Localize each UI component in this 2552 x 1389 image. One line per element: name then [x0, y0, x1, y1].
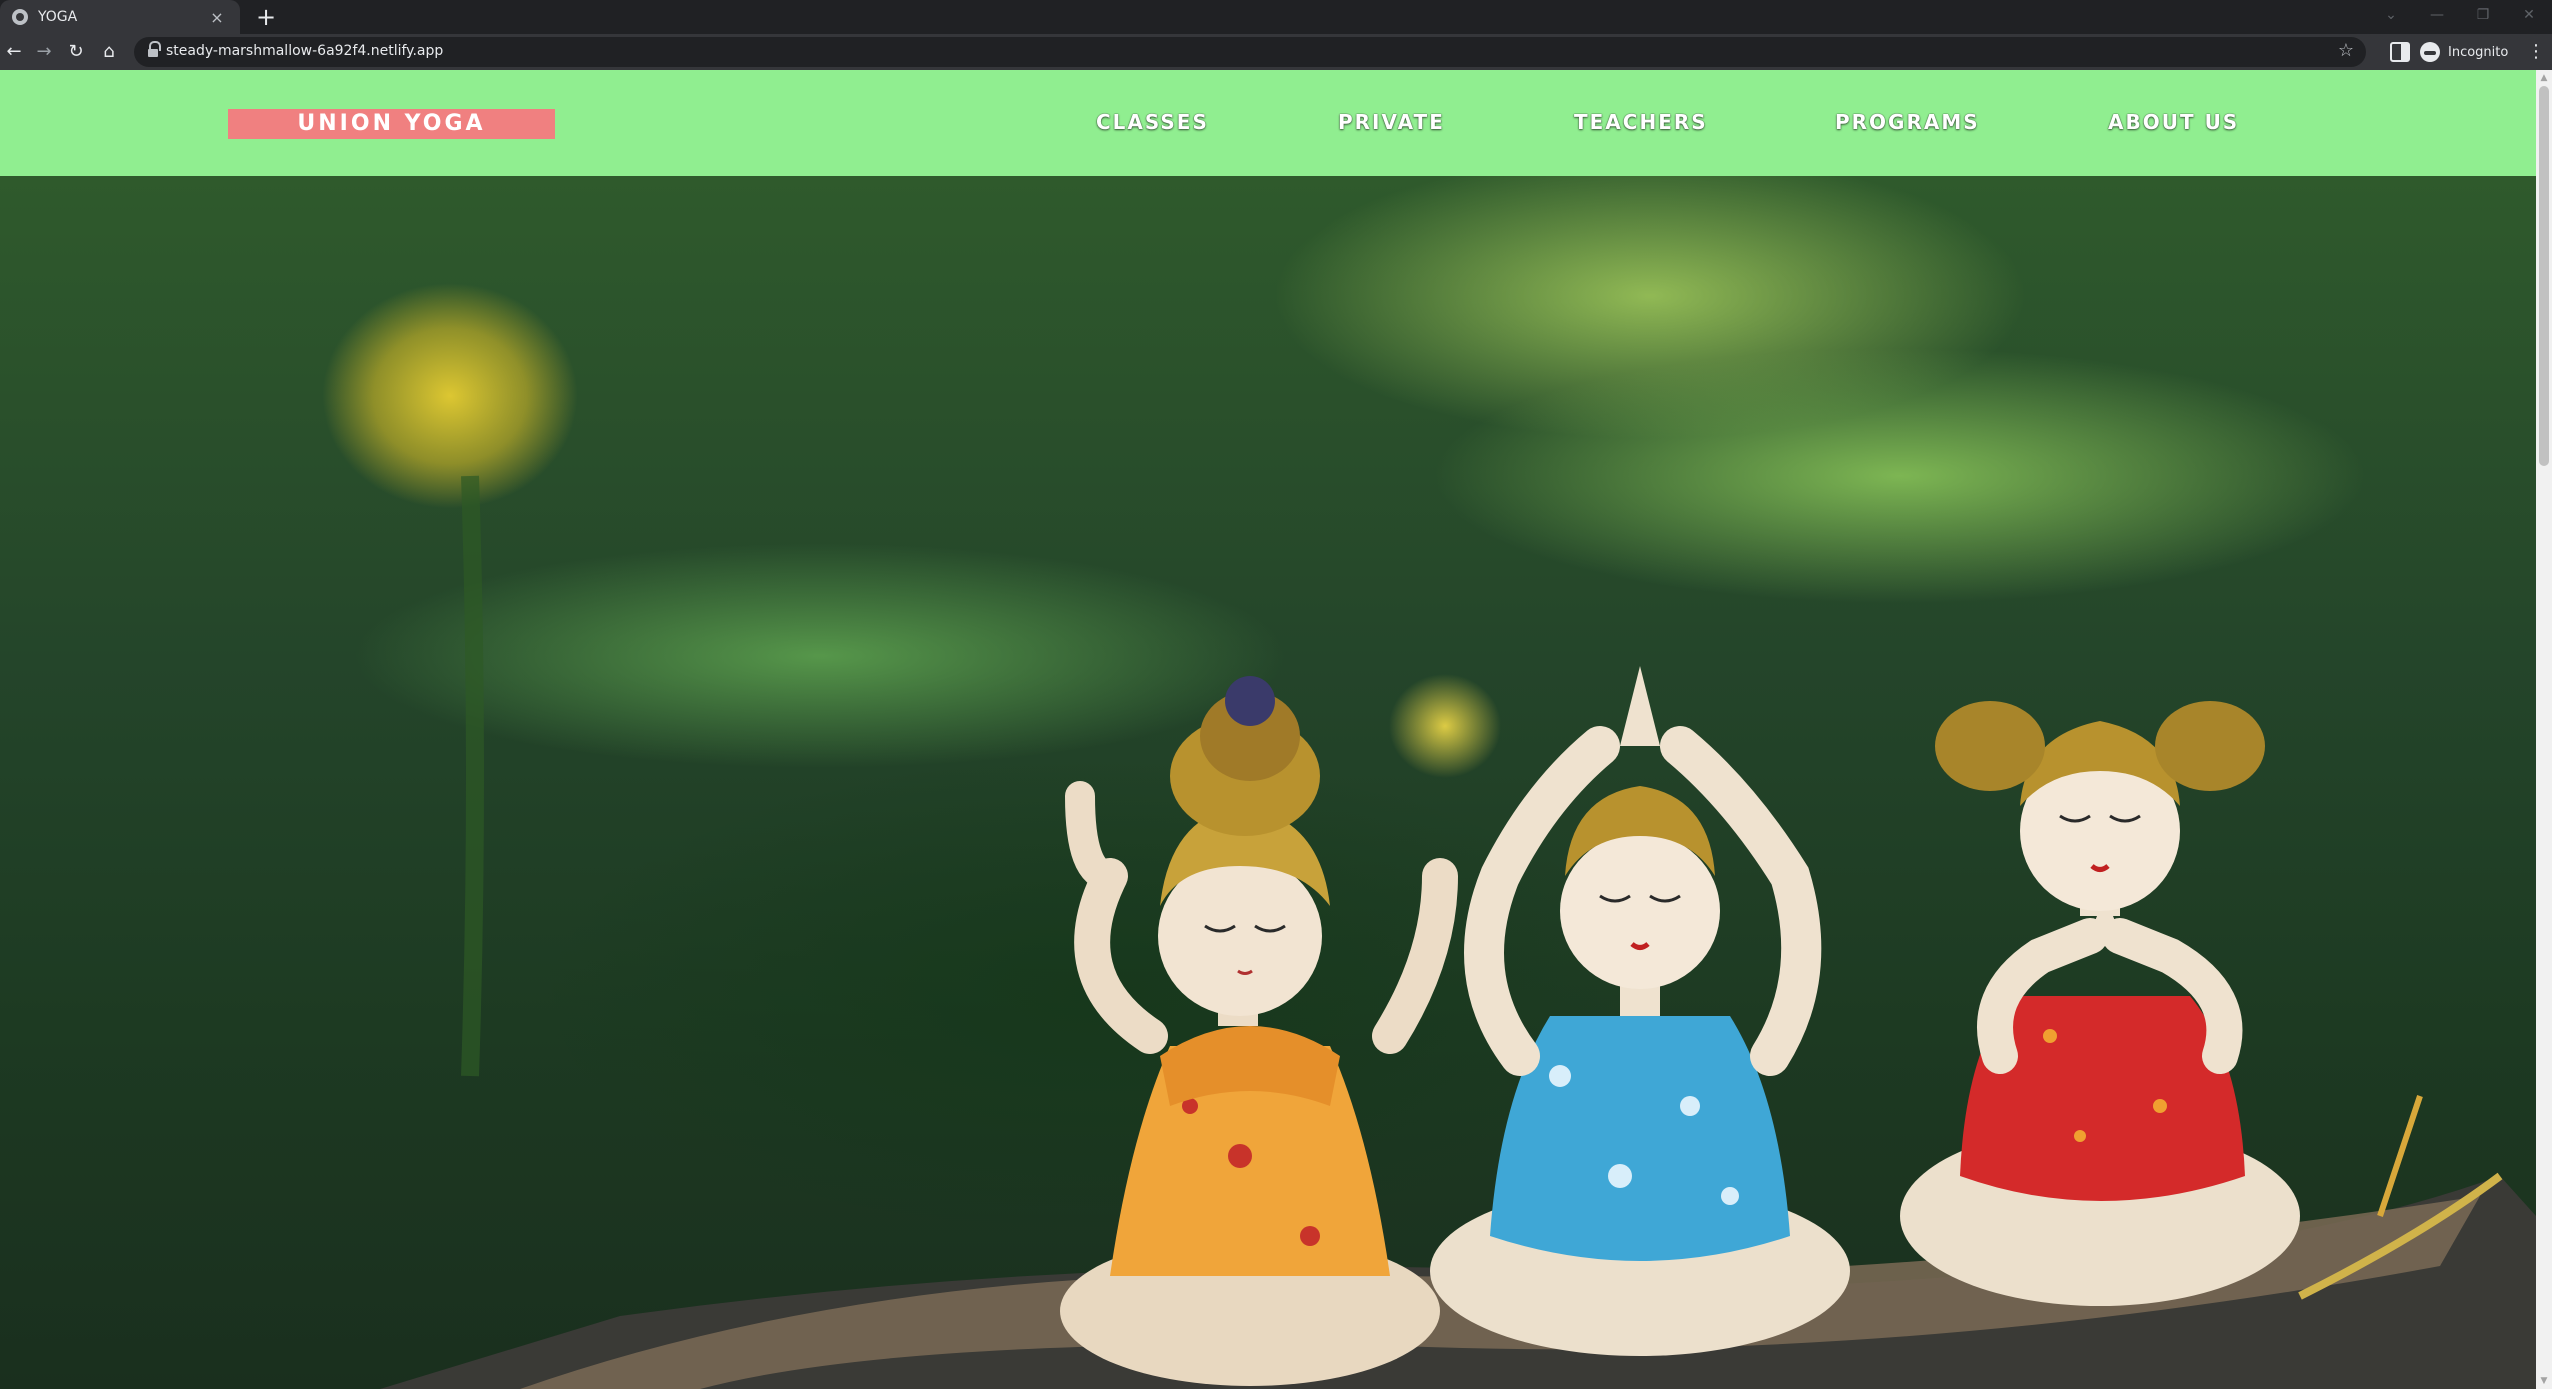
figurine-orange [1060, 676, 1458, 1386]
page-scrollbar[interactable]: ▲ ▼ [2536, 70, 2552, 1389]
site-logo[interactable]: UNION YOGA [228, 109, 555, 139]
page-viewport: UNION YOGA CLASSES PRIVATE TEACHERS PROG… [0, 70, 2552, 1389]
scroll-up-arrow-icon[interactable]: ▲ [2536, 70, 2552, 86]
browser-toolbar: ← → ↻ ⌂ steady-marshmallow-6a92f4.netlif… [0, 34, 2552, 70]
site-header: UNION YOGA CLASSES PRIVATE TEACHERS PROG… [0, 70, 2536, 176]
lock-icon[interactable] [148, 41, 161, 58]
back-icon[interactable]: ← [0, 38, 28, 66]
incognito-indicator[interactable]: Incognito [2420, 38, 2508, 66]
browser-menu-icon[interactable]: ⋮ [2526, 38, 2546, 66]
nav-link-classes[interactable]: CLASSES [1096, 110, 1209, 134]
nav-link-programs[interactable]: PROGRAMS [1835, 110, 1980, 134]
globe-icon [12, 9, 28, 25]
restore-button[interactable]: ❐ [2460, 0, 2506, 34]
home-icon[interactable]: ⌂ [95, 38, 123, 66]
figurine-blue [1430, 666, 1850, 1356]
nav-link-about-us[interactable]: ABOUT US [2108, 110, 2239, 134]
incognito-icon [2420, 42, 2440, 62]
tab-search-icon[interactable]: ⌄ [2368, 0, 2414, 34]
tab-title: YOGA [38, 9, 78, 25]
side-panel-icon[interactable] [2390, 42, 2410, 62]
figurine-red [1900, 701, 2300, 1306]
browser-titlebar: YOGA × + ⌄ — ❐ ✕ [0, 0, 2552, 34]
hero-image [0, 176, 2536, 1389]
nav-link-private[interactable]: PRIVATE [1338, 110, 1445, 134]
address-bar[interactable]: steady-marshmallow-6a92f4.netlify.app ☆ [134, 37, 2366, 67]
scroll-down-arrow-icon[interactable]: ▼ [2536, 1373, 2552, 1389]
window-controls: ⌄ — ❐ ✕ [2368, 0, 2552, 34]
scrollbar-thumb[interactable] [2539, 86, 2549, 466]
reload-icon[interactable]: ↻ [62, 38, 90, 66]
close-tab-icon[interactable]: × [206, 8, 228, 27]
browser-tab-active[interactable]: YOGA × [0, 0, 240, 34]
new-tab-button[interactable]: + [252, 3, 280, 31]
incognito-label: Incognito [2448, 44, 2509, 60]
yoga-figurines-illustration [380, 475, 2536, 1389]
url-text[interactable]: steady-marshmallow-6a92f4.netlify.app [166, 43, 443, 59]
nav-link-teachers[interactable]: TEACHERS [1574, 110, 1708, 134]
forward-icon[interactable]: → [30, 38, 58, 66]
close-window-button[interactable]: ✕ [2506, 0, 2552, 34]
bookmark-star-icon[interactable]: ☆ [2338, 40, 2354, 61]
minimize-button[interactable]: — [2414, 0, 2460, 34]
